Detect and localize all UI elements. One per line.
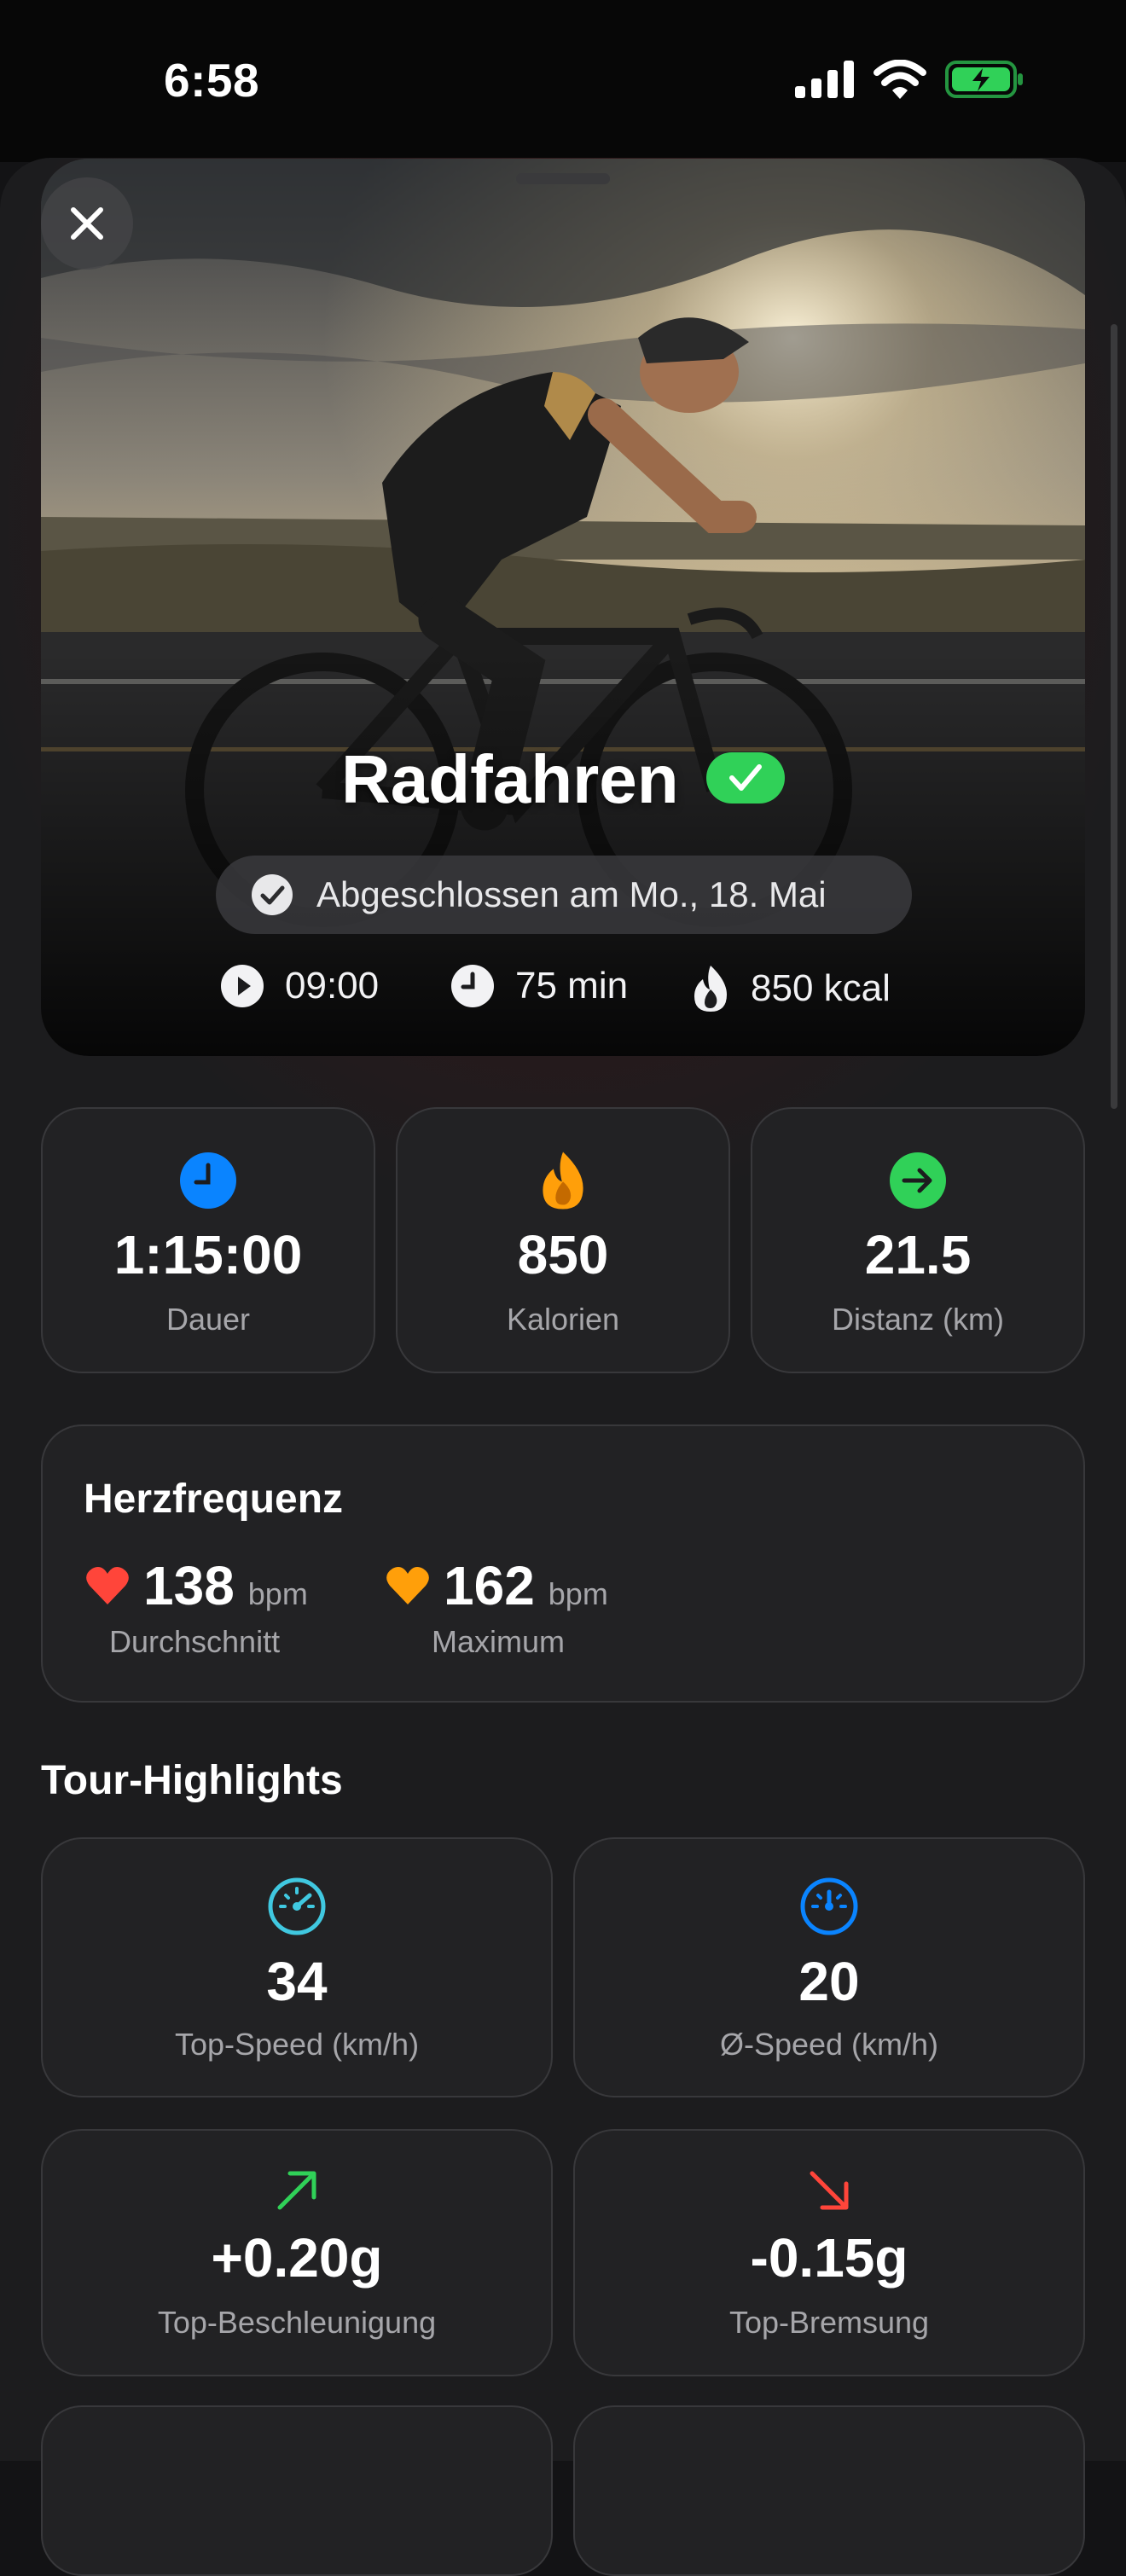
heart-rate-card: Herzfrequenz 138 bpm Durchschnitt 162 bp… [41, 1424, 1085, 1703]
scrollbar[interactable] [1111, 324, 1117, 1109]
highlights-title: Tour-Highlights [41, 1758, 343, 1803]
highlight-card-acceleration: +0.20g Top-Beschleunigung [41, 2129, 553, 2376]
stat-value: 1:15:00 [113, 1224, 303, 1285]
workout-title-row: Radfahren [0, 740, 1126, 819]
stat-value: 21.5 [864, 1224, 972, 1285]
highlight-value: 34 [266, 1951, 328, 2012]
heart-rate-maximum: 162 bpm [386, 1554, 608, 1617]
start-time: 09:00 [220, 964, 379, 1008]
heart-icon [386, 1567, 429, 1604]
highlight-label: Top-Beschleunigung [157, 2305, 437, 2340]
status-bar: 6:58 [0, 0, 1126, 162]
heart-icon [86, 1567, 129, 1604]
play-circle-icon [221, 965, 264, 1007]
highlight-label: Ø-Speed (km/h) [719, 2027, 939, 2062]
checkmark-icon [729, 764, 763, 791]
heart-rate-title: Herzfrequenz [84, 1477, 344, 1522]
maximum-label: Maximum [432, 1624, 566, 1659]
workout-title: Radfahren [340, 741, 679, 817]
stat-label: Dauer [165, 1302, 251, 1337]
status-icons [795, 60, 1024, 99]
clock-icon [451, 965, 494, 1007]
arrow-up-right-icon [277, 2171, 316, 2210]
completed-pill: Abgeschlossen am Mo., 18. Mai [216, 856, 912, 934]
stat-label: Distanz (km) [831, 1302, 1004, 1337]
highlight-value: +0.20g [211, 2227, 383, 2289]
average-label: Durchschnitt [109, 1624, 281, 1659]
completed-date: Abgeschlossen am Mo., 18. Mai [316, 874, 827, 914]
highlight-value: -0.15g [750, 2227, 908, 2289]
calories-short-value: 850 kcal [751, 967, 891, 1009]
heart-rate-average: 138 bpm [85, 1554, 308, 1617]
highlight-card-avg-speed: 20 Ø-Speed (km/h) [573, 1837, 1085, 2097]
average-value: 138 [143, 1555, 235, 1616]
highlight-card-top-speed: 34 Top-Speed (km/h) [41, 1837, 553, 2097]
status-time: 6:58 [164, 54, 260, 107]
maximum-unit: bpm [548, 1576, 608, 1611]
check-circle-icon [252, 874, 293, 915]
highlight-label: Top-Speed (km/h) [174, 2027, 420, 2062]
stat-card-distance: 21.5 Distanz (km) [751, 1107, 1085, 1373]
flame-icon [543, 1152, 583, 1210]
gauge-icon [800, 1877, 858, 1935]
arrow-right-circle-icon [890, 1152, 946, 1209]
highlight-card-partial [573, 2405, 1085, 2576]
completed-badge [706, 752, 786, 804]
stat-value: 850 [517, 1224, 609, 1285]
flame-icon [694, 966, 727, 1012]
sheet-drag-handle[interactable] [516, 173, 610, 184]
highlight-card-partial [41, 2405, 553, 2576]
close-icon [71, 207, 103, 240]
duration-short-value: 75 min [515, 965, 629, 1007]
highlight-value: 20 [798, 1951, 860, 2012]
highlight-card-braking: -0.15g Top-Bremsung [573, 2129, 1085, 2376]
stat-card-duration: 1:15:00 Dauer [41, 1107, 375, 1373]
duration-short: 75 min [450, 964, 628, 1008]
wifi-icon [874, 60, 926, 99]
clock-icon [180, 1152, 236, 1209]
arrow-down-right-icon [810, 2171, 849, 2210]
battery-charging-icon [945, 61, 1023, 98]
speedometer-icon [268, 1877, 326, 1935]
cellular-signal-icon [795, 61, 854, 98]
highlight-label: Top-Bremsung [728, 2305, 930, 2340]
calories-short: 850 kcal [691, 964, 891, 1013]
close-button[interactable] [41, 177, 133, 270]
stat-card-calories: 850 Kalorien [396, 1107, 730, 1373]
maximum-value: 162 [444, 1555, 535, 1616]
start-time-value: 09:00 [285, 965, 380, 1007]
average-unit: bpm [247, 1576, 308, 1611]
stat-label: Kalorien [506, 1302, 620, 1337]
